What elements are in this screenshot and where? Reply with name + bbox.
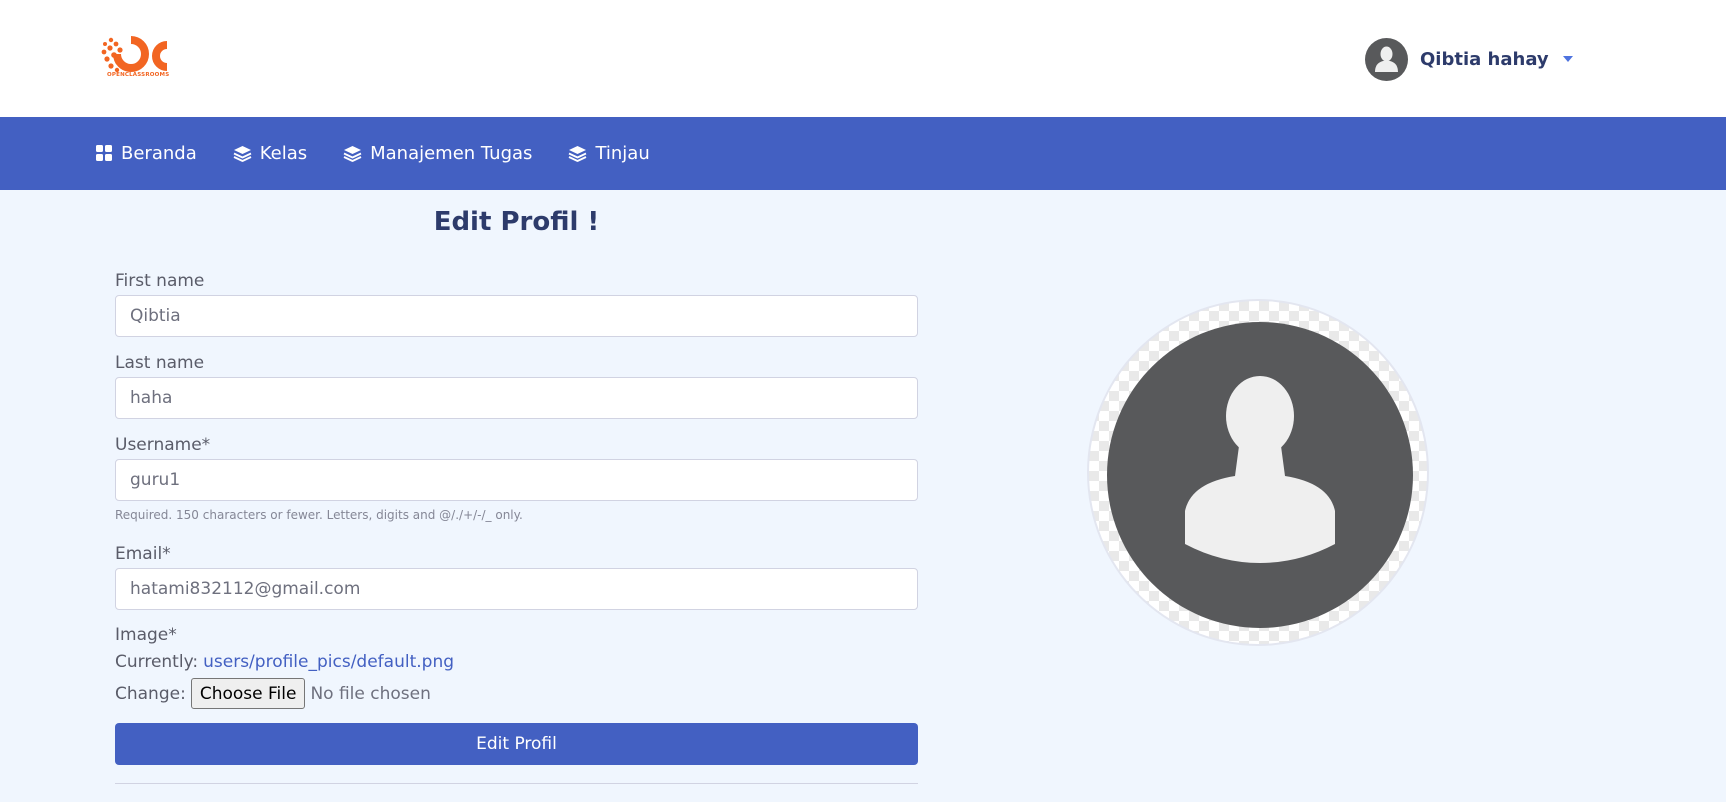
image-current-link[interactable]: users/profile_pics/default.png [203,652,454,672]
chevron-down-icon[interactable] [1562,56,1573,62]
image-current-row: Currently: users/profile_pics/default.pn… [115,652,454,672]
username-label: Username* [115,435,211,455]
image-label: Image* [115,625,177,645]
logo-caption: OPENCLASSROOMS [107,72,170,78]
nav-item-tinjau[interactable]: Tinjau [568,143,650,164]
choose-file-button[interactable]: Choose File [190,678,306,709]
user-silhouette-icon [1375,46,1398,72]
file-status-text: No file chosen [310,683,431,704]
nav-label: Beranda [121,143,197,164]
nav-item-manajemen-tugas[interactable]: Manajemen Tugas [343,143,532,164]
user-menu[interactable]: Qibtia hahay [1365,37,1573,81]
layers-icon [569,145,587,162]
nav-label: Tinjau [595,143,650,164]
image-change-row: Change: Choose File No file chosen [115,678,431,709]
username-help-text: Required. 150 characters or fewer. Lette… [115,508,523,522]
image-current-label: Currently: [115,652,199,672]
nav-label: Kelas [259,143,308,164]
edit-profile-submit-button[interactable]: Edit Profil [115,723,918,765]
openclassrooms-logo[interactable]: OPENCLASSROOMS [101,36,173,82]
profile-picture [1087,299,1429,646]
email-input[interactable]: hatami832112@gmail.com [115,568,918,610]
last-name-input[interactable]: haha [115,377,918,419]
nav-item-kelas[interactable]: Kelas [233,143,307,164]
username-input[interactable]: guru1 [115,459,918,501]
main-nav: Beranda Kelas Manajemen Tugas Tinjau [0,117,1726,190]
nav-label: Manajemen Tugas [370,143,533,164]
user-avatar[interactable] [1365,37,1408,81]
image-change-label: Change: [115,683,186,704]
page-title: Edit Profil ! [433,207,600,237]
layers-icon [233,145,252,162]
dashboard-icon [96,145,112,161]
default-avatar-icon [1107,322,1413,628]
last-name-label: Last name [115,353,205,373]
user-name[interactable]: Qibtia hahay [1420,49,1549,70]
email-label: Email* [115,544,171,564]
layers-icon [343,145,362,162]
form-divider [115,783,918,784]
first-name-input[interactable]: Qibtia [115,295,918,337]
nav-item-beranda[interactable]: Beranda [96,143,197,164]
first-name-label: First name [115,271,205,291]
top-bar: OPENCLASSROOMS Qibtia hahay [0,0,1726,117]
